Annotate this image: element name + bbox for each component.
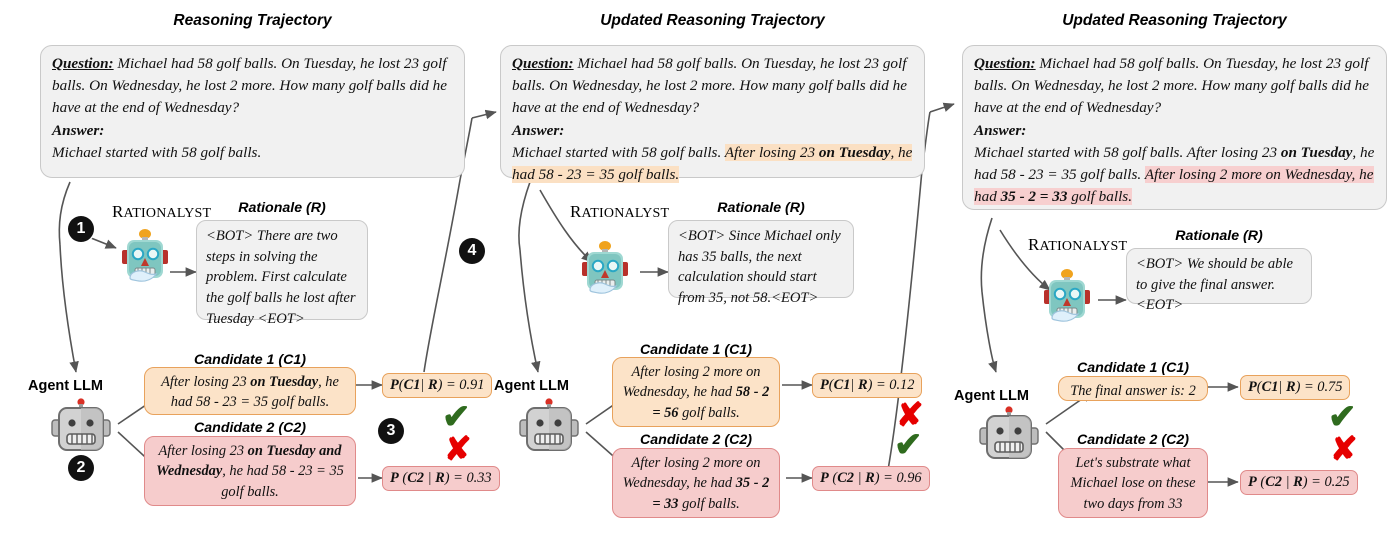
trajectory-box-1: Question: Michael had 58 golf balls. On … — [40, 45, 465, 178]
rationalyst-label-3: RATIONALYST — [1028, 235, 1128, 254]
rationalyst-label-2: RATIONALYST — [570, 202, 670, 221]
rationalyst-label-text-3: R — [1028, 235, 1040, 254]
agent-llm-robot-icon-3 — [979, 406, 1039, 459]
rationale-title-2: Rationale (R) — [717, 200, 805, 216]
candidate2-box-2: After losing 2 more on Wednesday, he had… — [612, 448, 780, 518]
candidate2-box-1: After losing 23 on Tuesday and Wednesday… — [144, 436, 356, 506]
answer-label-3: Answer: — [974, 121, 1027, 139]
question-label-3: Question: — [974, 55, 1036, 72]
answer-label-1: Answer: — [52, 121, 105, 139]
step-marker-1: 1 — [68, 216, 94, 242]
agent-llm-robot-icon-2 — [519, 398, 579, 451]
diagram-canvas: Reasoning Trajectory Question: Michael h… — [0, 0, 1400, 539]
candidate2-box-3: Let's substrate what Michael lose on the… — [1058, 448, 1208, 518]
rationalyst-label-text-1: R — [112, 202, 124, 221]
cross-icon-c2-3: ✘ — [1330, 430, 1358, 467]
answer-text-1: Michael started with 58 golf balls. — [52, 143, 262, 161]
rationale-title-1: Rationale (R) — [238, 200, 326, 216]
candidate1-title-1: Candidate 1 (C1) — [194, 352, 306, 368]
trajectory-box-2: Question: Michael had 58 golf balls. On … — [500, 45, 925, 183]
candidate2-title-1: Candidate 2 (C2) — [194, 420, 306, 436]
rationale-box-3: <BOT> We should be able to give the fina… — [1126, 248, 1312, 313]
rationale-title-3: Rationale (R) — [1175, 228, 1263, 244]
probability-c1-box-2: P(C1| R) = 0.12 — [812, 373, 923, 399]
candidate1-box-3: The final answer is: 2 — [1058, 376, 1208, 401]
agent-llm-label-2: Agent LLM — [494, 378, 569, 394]
agent-llm-robot-icon-1 — [51, 398, 111, 451]
step-marker-3: 3 — [378, 418, 404, 444]
answer-text-2: Michael started with 58 golf balls. — [512, 143, 725, 161]
candidate1-box-2: After losing 2 more on Wednesday, he had… — [612, 357, 780, 427]
rationale-box-1: <BOT> There are two steps in solving the… — [196, 220, 368, 327]
question-label-1: Question: — [52, 55, 114, 72]
trajectory-box-3: Question: Michael had 58 golf balls. On … — [962, 45, 1387, 210]
check-icon-c1-1: ✔ — [442, 398, 471, 436]
check-icon-c2-2: ✔ — [894, 426, 923, 464]
cross-icon-c2-1: ✘ — [444, 430, 472, 467]
candidate1-title-3: Candidate 1 (C1) — [1077, 360, 1189, 376]
candidate2-title-2: Candidate 2 (C2) — [640, 432, 752, 448]
column-title-1: Reasoning Trajectory — [173, 12, 332, 29]
check-icon-c1-3: ✔ — [1328, 398, 1357, 436]
column-title-3: Updated Reasoning Trajectory — [1062, 12, 1287, 29]
candidate1-title-2: Candidate 1 (C1) — [640, 342, 752, 358]
probability-c1-box-1: P(C1| R) = 0.91 — [382, 373, 493, 399]
agent-llm-label-3: Agent LLM — [954, 388, 1029, 404]
rationalyst-robot-icon-2 — [582, 241, 628, 294]
step-marker-2: 2 — [68, 455, 94, 481]
rationalyst-robot-icon-1 — [122, 229, 168, 282]
question-label-2: Question: — [512, 55, 574, 72]
rationalyst-robot-icon-3 — [1044, 269, 1090, 322]
candidate1-box-1: After losing 23 on Tuesday, he had 58 - … — [144, 367, 356, 415]
candidate2-title-3: Candidate 2 (C2) — [1077, 432, 1189, 448]
probability-c1-box-3: P(C1| R) = 0.75 — [1240, 375, 1351, 401]
probability-c2-box-3: P (C2 | R) = 0.25 — [1240, 470, 1358, 496]
step-marker-4: 4 — [459, 238, 485, 264]
agent-llm-label-1: Agent LLM — [28, 378, 103, 394]
rationale-box-2: <BOT> Since Michael only has 35 balls, t… — [668, 220, 854, 306]
probability-c2-box-2: P (C2 | R) = 0.96 — [812, 466, 930, 492]
answer-label-2: Answer: — [512, 121, 565, 139]
probability-c2-box-1: P (C2 | R) = 0.33 — [382, 466, 500, 492]
column-title-2: Updated Reasoning Trajectory — [600, 12, 825, 29]
rationalyst-label-text-2: R — [570, 202, 582, 221]
